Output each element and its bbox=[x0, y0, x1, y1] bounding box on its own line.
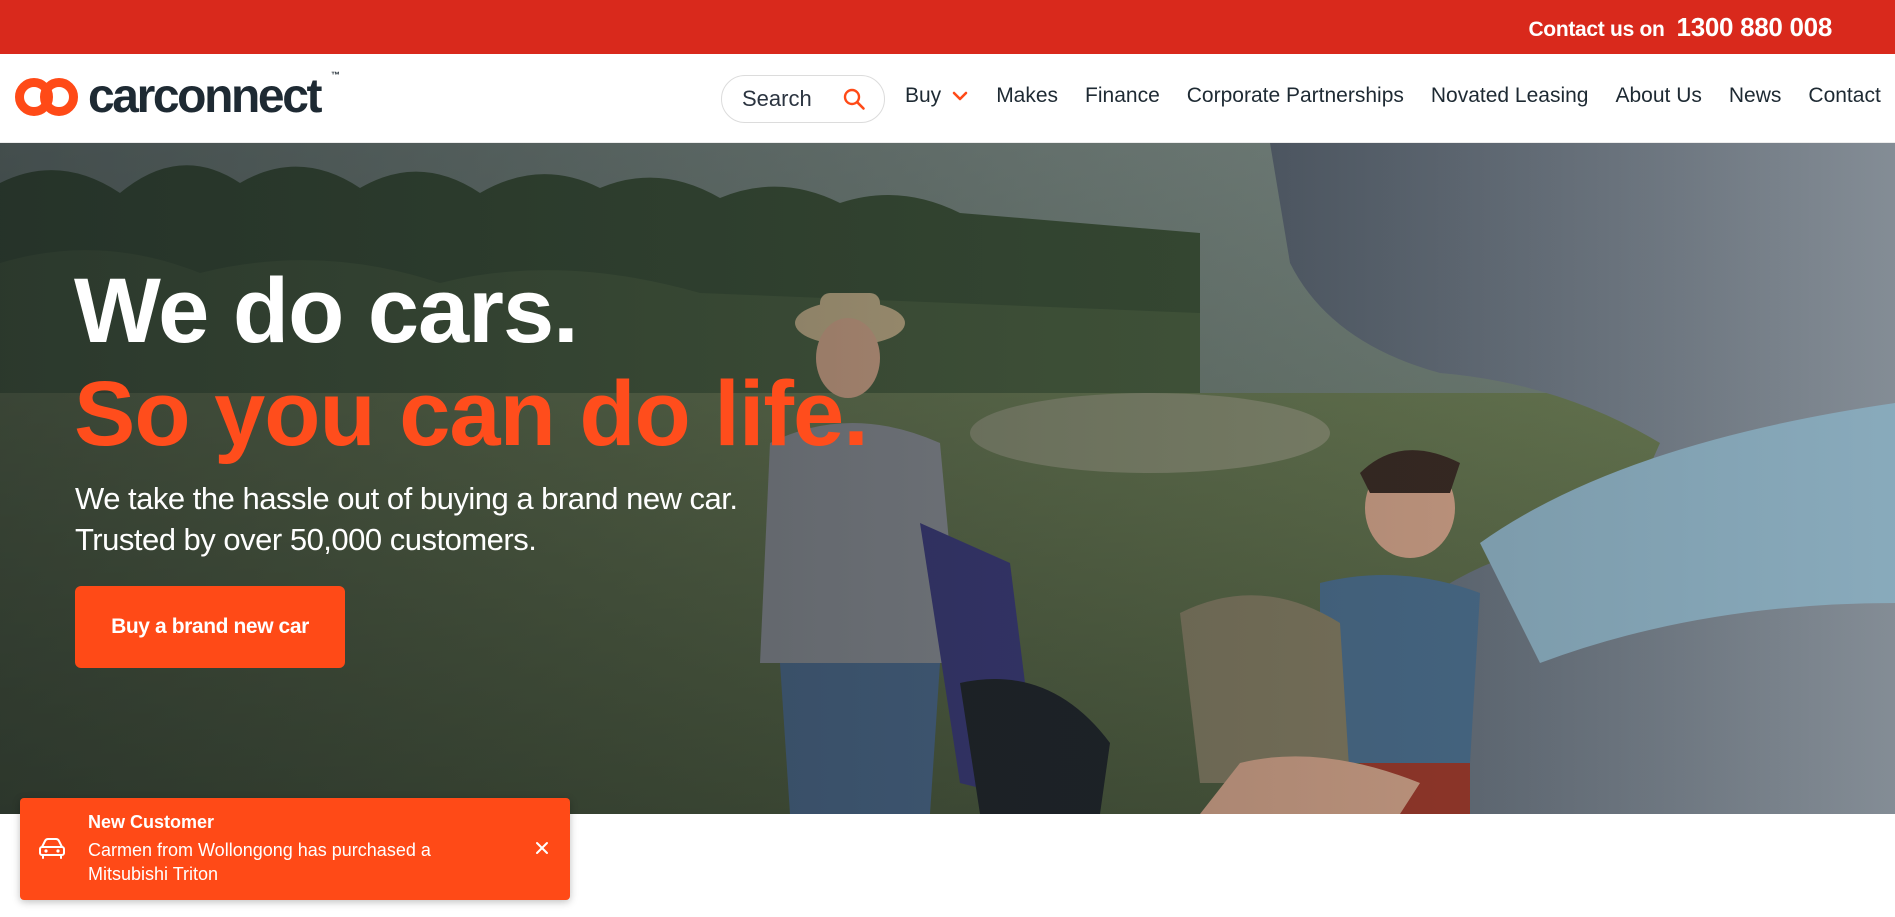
car-icon bbox=[39, 838, 65, 859]
new-customer-toast: New Customer Carmen from Wollongong has … bbox=[20, 798, 570, 900]
hero-banner: We do cars. So you can do life. We take … bbox=[0, 143, 1895, 814]
nav-item-finance[interactable]: Finance bbox=[1085, 84, 1160, 108]
search-icon[interactable] bbox=[842, 87, 866, 111]
nav-item-makes[interactable]: Makes bbox=[996, 84, 1058, 108]
chevron-down-icon[interactable] bbox=[951, 87, 969, 105]
close-icon[interactable] bbox=[532, 838, 552, 858]
contact-info: Contact us on 1300 880 008 bbox=[1528, 12, 1832, 43]
toast-title: New Customer bbox=[88, 812, 215, 832]
hero-subline-1: We take the hassle out of buying a brand… bbox=[75, 481, 738, 516]
nav-item-label: Contact bbox=[1808, 84, 1881, 107]
nav-item-label: Makes bbox=[996, 84, 1059, 107]
nav-item-news[interactable]: News bbox=[1729, 84, 1782, 108]
nav-item-corporate-partnerships[interactable]: Corporate Partnerships bbox=[1187, 84, 1404, 108]
contact-phone-link[interactable]: 1300 880 008 bbox=[1677, 12, 1833, 43]
contact-label: Contact us on bbox=[1528, 18, 1665, 41]
nav-item-label: Novated Leasing bbox=[1430, 84, 1589, 107]
nav-item-label: Corporate Partnerships bbox=[1186, 84, 1404, 107]
search-box[interactable]: Search bbox=[721, 75, 885, 123]
nav-item-label: About Us bbox=[1615, 84, 1702, 107]
nav-item-novated-leasing[interactable]: Novated Leasing bbox=[1431, 84, 1589, 108]
hero-subline-2: Trusted by over 50,000 customers. bbox=[75, 522, 537, 557]
nav-item-contact[interactable]: Contact bbox=[1808, 84, 1880, 108]
nav-item-label: News bbox=[1728, 84, 1782, 107]
logo-trademark: ™ bbox=[331, 70, 340, 80]
top-contact-bar: Contact us on 1300 880 008 bbox=[0, 0, 1895, 54]
nav-item-buy[interactable]: Buy bbox=[905, 84, 969, 108]
nav-item-about-us[interactable]: About Us bbox=[1616, 84, 1702, 108]
hero-overlay bbox=[0, 143, 1895, 814]
logo-wordmark: carconnect bbox=[88, 70, 323, 123]
search-placeholder[interactable]: Search bbox=[742, 86, 812, 112]
site-header: carconnect ™ Search Buy Makes Finance Co… bbox=[0, 54, 1895, 143]
nav-item-label: Finance bbox=[1085, 84, 1160, 107]
carconnect-logo[interactable]: carconnect ™ bbox=[14, 70, 340, 123]
nav-item-label: Buy bbox=[905, 84, 942, 107]
buy-brand-new-car-button[interactable]: Buy a brand new car bbox=[75, 586, 345, 668]
toast-message: Carmen from Wollongong has purchased a M… bbox=[88, 840, 431, 884]
main-nav: Buy Makes Finance Corporate Partnerships… bbox=[905, 84, 1895, 108]
logo-rings-icon bbox=[15, 78, 78, 116]
hero-headline-accent: So you can do life. bbox=[74, 363, 869, 465]
hero-headline-primary: We do cars. bbox=[74, 260, 579, 362]
